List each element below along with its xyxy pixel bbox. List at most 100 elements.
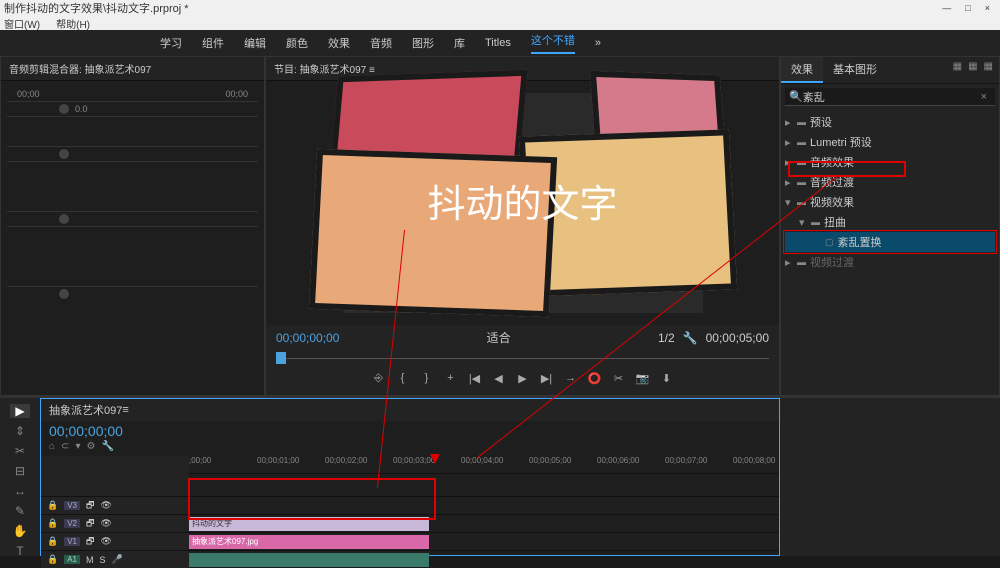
export-frame-button[interactable]: 📷 (635, 372, 651, 385)
workspace-tab-active[interactable]: 这个不错 (531, 32, 575, 54)
mark-in-button[interactable]: ⎆ (371, 372, 387, 385)
track-v1-lane[interactable]: 抽象派艺术097.jpg (189, 532, 779, 550)
settings-icon[interactable]: 🔧 (683, 331, 698, 345)
effects-search-input[interactable] (803, 91, 977, 103)
text-clip[interactable]: 抖动的文字 (189, 517, 429, 531)
search-icon: 🔍 (789, 90, 803, 103)
ruler-tick: 00;00;07;00 (665, 456, 707, 465)
workspace-tab[interactable]: 效果 (328, 35, 350, 51)
effect-tree-item[interactable]: ▸▬Lumetri 预设 (785, 132, 995, 152)
effect-tree-item[interactable]: ▸▬预设 (785, 112, 995, 132)
workspace-tab[interactable]: 图形 (412, 35, 434, 51)
playhead-icon[interactable] (276, 352, 286, 364)
linked-selection-icon[interactable]: ⊂ (61, 441, 69, 452)
sequence-tab[interactable]: 抽象派艺术097 (49, 402, 122, 418)
track-a1-lane[interactable] (189, 550, 779, 568)
go-to-in-button[interactable]: |◀ (467, 372, 483, 385)
lock-icon[interactable]: 🔒 (47, 536, 58, 547)
close-button[interactable]: × (985, 3, 990, 13)
playhead-timecode[interactable]: 00;00;00;00 (276, 331, 339, 345)
resolution-dropdown[interactable]: 1/2 (658, 331, 675, 345)
settings-icon[interactable]: ⚙ (86, 441, 95, 452)
clear-search-button[interactable]: × (977, 91, 991, 103)
loop-button[interactable]: ⭕ (587, 372, 603, 385)
video-clip[interactable]: 抽象派艺术097.jpg (189, 535, 429, 549)
preset-icon[interactable]: ▦ (953, 61, 962, 79)
step-back-button[interactable]: ◀ (491, 372, 507, 385)
zoom-fit-dropdown[interactable]: 适合 (487, 329, 511, 346)
type-tool[interactable]: T (10, 544, 30, 558)
lift-button[interactable]: ✂ (611, 372, 627, 385)
wrench-icon[interactable]: 🔧 (101, 441, 113, 452)
program-tab[interactable]: 抽象派艺术097 (300, 65, 367, 76)
pan-value: 0.0 (75, 104, 88, 114)
audio-mixer-tab[interactable]: 音频剪辑混合器: 抽象派艺术097 (1, 57, 264, 81)
menu-window[interactable]: 窗口(W) (4, 16, 40, 31)
rectangle-tool[interactable]: ✎ (10, 504, 30, 518)
maximize-button[interactable]: □ (965, 3, 970, 13)
track-v2-label[interactable]: V2 (64, 519, 80, 528)
ruler-tick: 00;00;01;00 (257, 456, 299, 465)
ruler-tick: 00;00;06;00 (597, 456, 639, 465)
razor-tool[interactable]: ✂ (10, 444, 30, 458)
effect-tree-item[interactable]: ▸▬视频过渡 (785, 252, 995, 272)
ruler-tick: 00;00;05;00 (529, 456, 571, 465)
transport-controls: ⎆ { } + |◀ ◀ ▶ ▶| → ⭕ ✂ 📷 ⬇ (276, 366, 769, 391)
hand-tool[interactable]: ✋ (10, 524, 30, 538)
slip-tool[interactable]: ⊟ (10, 464, 30, 478)
pan-knob[interactable] (59, 104, 69, 114)
pan-knob[interactable] (59, 149, 69, 159)
workspace-tab[interactable]: 学习 (160, 35, 182, 51)
workspace-tab[interactable]: 音频 (370, 35, 392, 51)
pan-knob[interactable] (59, 214, 69, 224)
selection-tool[interactable]: ▶ (10, 404, 30, 418)
preset-icon[interactable]: ▦ (968, 61, 977, 79)
lock-icon[interactable]: 🔒 (47, 500, 58, 511)
marker-icon[interactable]: ▾ (75, 441, 80, 452)
workspace-tab[interactable]: 组件 (202, 35, 224, 51)
scrub-bar[interactable] (276, 350, 769, 366)
track-v1-label[interactable]: V1 (64, 537, 80, 546)
pan-knob[interactable] (59, 289, 69, 299)
effect-tree-item[interactable]: ▾▬扭曲 (785, 212, 995, 232)
menubar: 窗口(W) 帮助(H) (0, 16, 1000, 30)
timeline-timecode[interactable]: 00;00;00;00 (41, 421, 779, 441)
workspace-overflow-button[interactable]: » (595, 37, 601, 49)
program-monitor-panel: 节目: 抽象派艺术097 ≡ 抖动的文字 00;00;00;00 适合 1/2 … (265, 56, 780, 396)
snap-icon[interactable]: ⌂ (49, 441, 55, 452)
track-v3-lane[interactable] (189, 496, 779, 514)
workspace-tab[interactable]: Titles (485, 37, 511, 49)
lock-icon[interactable]: 🔒 (47, 518, 58, 529)
audio-clip[interactable] (189, 553, 429, 567)
workspace-tab[interactable]: 库 (454, 35, 465, 51)
effects-tab[interactable]: 效果 (781, 57, 823, 83)
track-v2-lane[interactable]: 抖动的文字 (189, 514, 779, 532)
ruler-tick: 00;00;03;00 (393, 456, 435, 465)
track-select-tool[interactable]: ⇕ (10, 424, 30, 438)
workspace-tab[interactable]: 编辑 (244, 35, 266, 51)
effect-tree-item[interactable]: ▾▬视频效果 (785, 192, 995, 212)
essential-graphics-tab[interactable]: 基本图形 (823, 57, 887, 83)
mark-out-icon[interactable]: } (419, 372, 435, 385)
program-monitor[interactable]: 抖动的文字 (343, 93, 703, 313)
effect-tree-item[interactable]: ▸▬音频效果 (785, 152, 995, 172)
effect-tree-item[interactable]: ▸▬音频过渡 (785, 172, 995, 192)
step-forward-button[interactable]: ▶| (539, 372, 555, 385)
play-button[interactable]: ▶ (515, 372, 531, 385)
go-to-out-button[interactable]: → (563, 372, 579, 385)
add-marker-button[interactable]: + (443, 372, 459, 385)
minimize-button[interactable]: — (942, 3, 951, 13)
pen-tool[interactable]: ↔ (10, 484, 30, 498)
ruler-right: 00;00 (225, 89, 248, 99)
timeline-ruler[interactable]: ;00;0000;00;01;0000;00;02;0000;00;03;000… (189, 456, 779, 474)
mark-in-icon[interactable]: { (395, 372, 411, 385)
workspace-tab[interactable]: 颜色 (286, 35, 308, 51)
menu-help[interactable]: 帮助(H) (56, 16, 90, 31)
effect-tree-item[interactable]: ▢紊乱置换 (785, 232, 995, 252)
track-v3-label[interactable]: V3 (64, 501, 80, 510)
extract-button[interactable]: ⬇ (659, 372, 675, 385)
preset-icon[interactable]: ▦ (984, 61, 993, 79)
timeline-panel: 抽象派艺术097 ≡ 00;00;00;00 ⌂ ⊂ ▾ ⚙ 🔧 🔒V3🗗👁 🔒… (40, 398, 780, 556)
ruler-tick: 00;00;04;00 (461, 456, 503, 465)
duration-timecode: 00;00;05;00 (706, 331, 769, 345)
